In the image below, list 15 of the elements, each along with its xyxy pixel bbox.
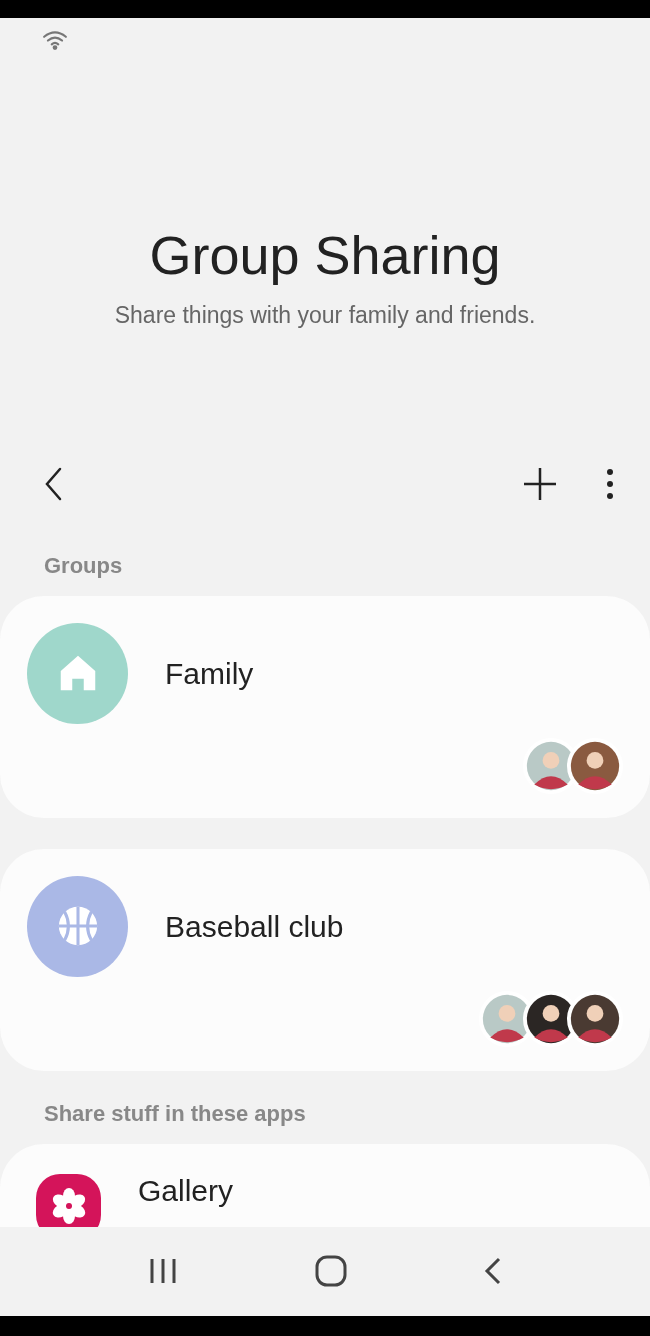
group-card[interactable]: Baseball club xyxy=(0,848,650,1071)
group-card[interactable]: Family xyxy=(0,595,650,818)
page-subtitle: Share things with your family and friends. xyxy=(114,301,536,330)
app-name: Gallery xyxy=(138,1172,234,1209)
more-options-button[interactable] xyxy=(606,467,614,500)
back-nav-button[interactable] xyxy=(483,1257,502,1286)
home-button[interactable] xyxy=(315,1255,347,1288)
group-name: Family xyxy=(165,655,254,692)
recent-apps-button[interactable] xyxy=(148,1257,179,1286)
section-header: Groups xyxy=(43,551,124,580)
group-name: Baseball club xyxy=(165,908,344,945)
add-button[interactable] xyxy=(522,465,558,502)
app-card[interactable]: Gallery xyxy=(0,1143,650,1227)
section-header: Share stuff in these apps xyxy=(43,1099,307,1128)
wifi-icon xyxy=(42,30,68,50)
